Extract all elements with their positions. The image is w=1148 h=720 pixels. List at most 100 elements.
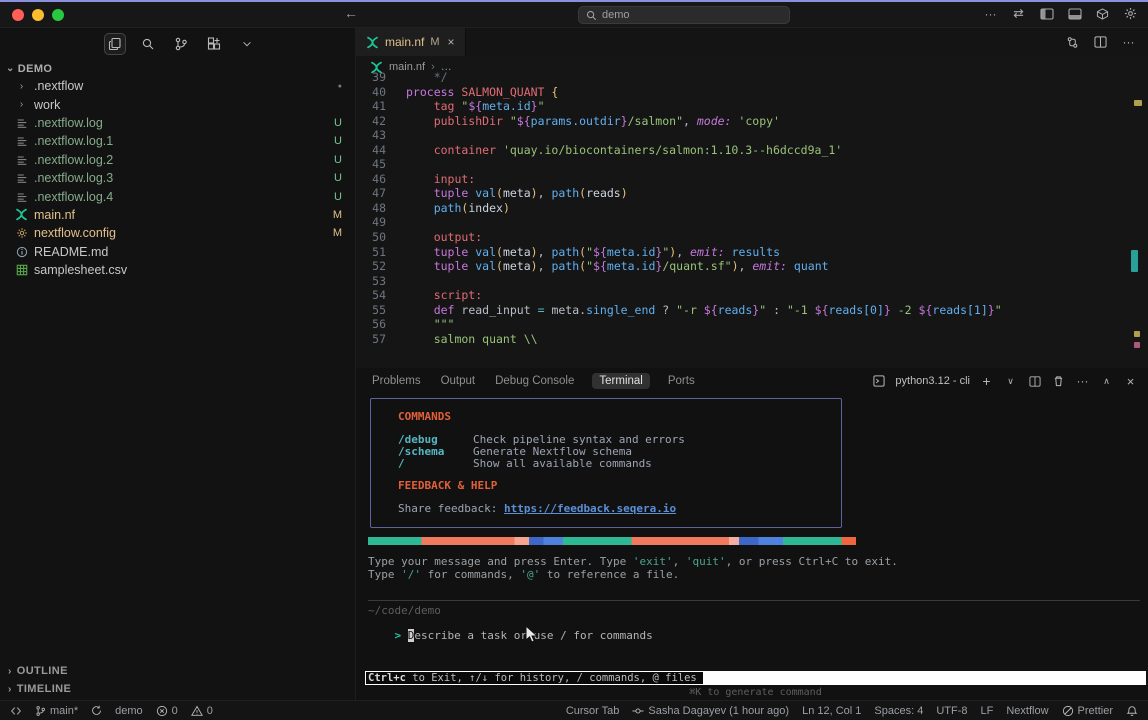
status-item-0[interactable]: 0: [156, 705, 178, 717]
status-item-remote[interactable]: [10, 705, 22, 717]
code-line[interactable]: 41 tag "${meta.id}": [356, 99, 1148, 114]
cli-prompt[interactable]: > Describe a task or use / for commands: [368, 616, 653, 655]
code-line[interactable]: 46 input:: [356, 172, 1148, 187]
file-row[interactable]: .nextflow.log.1U: [0, 132, 355, 150]
outline-section[interactable]: ›OUTLINE: [0, 662, 355, 680]
log-file-icon: [14, 172, 29, 184]
split-editor-icon[interactable]: [1093, 35, 1108, 50]
compare-changes-icon[interactable]: [1065, 35, 1080, 50]
file-row[interactable]: .nextflow.logU: [0, 114, 355, 132]
toggle-panel-icon[interactable]: [1067, 6, 1082, 21]
code-text: tuple val(meta), path(reads): [406, 186, 628, 201]
status-item-lf[interactable]: LF: [981, 705, 994, 717]
code-editor[interactable]: 39 */40process SALMON_QUANT {41 tag "${m…: [356, 70, 1148, 360]
chevron-down-icon[interactable]: [236, 33, 258, 55]
explorer-section-header[interactable]: ⌄ DEMO: [0, 60, 355, 77]
code-line[interactable]: 39 */: [356, 70, 1148, 85]
feedback-link[interactable]: https://feedback.seqera.io: [504, 502, 676, 515]
maximize-window-button[interactable]: [52, 9, 64, 21]
customize-layout-icon[interactable]: [1095, 6, 1110, 21]
code-line[interactable]: 50 output:: [356, 230, 1148, 245]
status-item-demo[interactable]: demo: [115, 705, 143, 717]
more-actions-icon[interactable]: ···: [983, 6, 998, 21]
code-line[interactable]: 52 tuple val(meta), path("${meta.id}/qua…: [356, 259, 1148, 274]
kill-terminal-icon[interactable]: [1051, 374, 1066, 389]
panel-tab-ports[interactable]: Ports: [666, 373, 697, 389]
traffic-lights[interactable]: [12, 9, 64, 21]
file-explorer: ⌄ DEMO ›.nextflow●›work.nextflow.logU.ne…: [0, 60, 355, 279]
status-item-nextflow[interactable]: Nextflow: [1006, 705, 1048, 717]
code-line[interactable]: 40process SALMON_QUANT {: [356, 85, 1148, 100]
code-line[interactable]: 57 salmon quant \\: [356, 332, 1148, 347]
code-line[interactable]: 45: [356, 157, 1148, 172]
panel-more-actions-icon[interactable]: ···: [1075, 374, 1090, 389]
file-row[interactable]: .nextflow.log.2U: [0, 151, 355, 169]
status-item-sasha-dagayev-1-hour-ago-[interactable]: Sasha Dagayev (1 hour ago): [632, 705, 789, 717]
line-number: 42: [356, 114, 386, 129]
panel-tab-problems[interactable]: Problems: [370, 373, 423, 389]
split-terminal-icon[interactable]: [1027, 374, 1042, 389]
file-row[interactable]: samplesheet.csv: [0, 261, 355, 279]
file-row[interactable]: README.md: [0, 243, 355, 261]
code-line[interactable]: 42 publishDir "${params.outdir}/salmon",…: [356, 114, 1148, 129]
search-icon[interactable]: [137, 33, 159, 55]
code-line[interactable]: 43: [356, 128, 1148, 143]
status-item-ln-12-col-1[interactable]: Ln 12, Col 1: [802, 705, 861, 717]
line-number: 47: [356, 186, 386, 201]
file-name: README.md: [34, 245, 342, 259]
log-file-icon: [14, 135, 29, 147]
timeline-section[interactable]: ›TIMELINE: [0, 680, 355, 698]
code-line[interactable]: 51 tuple val(meta), path("${meta.id}"), …: [356, 245, 1148, 260]
panel-tab-terminal[interactable]: Terminal: [592, 373, 649, 389]
status-item-cursor-tab[interactable]: Cursor Tab: [566, 705, 620, 717]
shell-label[interactable]: python3.12 - cli: [895, 375, 970, 387]
editor-more-actions-icon[interactable]: ···: [1121, 35, 1136, 50]
tab-main-nf[interactable]: main.nf M ×: [356, 28, 466, 56]
file-row[interactable]: .nextflow.log.4U: [0, 187, 355, 205]
status-item-bell[interactable]: [1126, 705, 1138, 717]
nextflow-file-icon: [366, 36, 379, 49]
status-label: Spaces: 4: [874, 705, 923, 717]
feedback-title: FEEDBACK & HELP: [398, 480, 841, 492]
line-number: 53: [356, 274, 386, 289]
file-row[interactable]: .nextflow.log.3U: [0, 169, 355, 187]
panel-tab-debug-console[interactable]: Debug Console: [493, 373, 576, 389]
status-item-spaces-4[interactable]: Spaces: 4: [874, 705, 923, 717]
workspace-name: DEMO: [18, 63, 53, 75]
folder-row[interactable]: ›.nextflow●: [0, 77, 355, 95]
sync-arrows-icon[interactable]: [1011, 6, 1026, 21]
close-window-button[interactable]: [12, 9, 24, 21]
close-panel-icon[interactable]: ×: [1123, 374, 1138, 389]
code-line[interactable]: 55 def read_input = meta.single_end ? "-…: [356, 303, 1148, 318]
code-line[interactable]: 53: [356, 274, 1148, 289]
toggle-sidebar-icon[interactable]: [1039, 6, 1054, 21]
settings-gear-icon[interactable]: [1123, 6, 1138, 21]
status-item-prettier[interactable]: Prettier: [1062, 705, 1113, 717]
file-row[interactable]: nextflow.configM: [0, 224, 355, 242]
minimize-window-button[interactable]: [32, 9, 44, 21]
panel-tab-output[interactable]: Output: [439, 373, 478, 389]
status-item-0[interactable]: 0: [191, 705, 213, 717]
code-line[interactable]: 48 path(index): [356, 201, 1148, 216]
status-item-sync[interactable]: [91, 705, 102, 716]
extensions-icon[interactable]: [203, 33, 225, 55]
new-terminal-icon[interactable]: +: [979, 374, 994, 389]
status-item-main-[interactable]: main*: [35, 705, 78, 717]
chevron-down-icon[interactable]: ∨: [1003, 374, 1018, 389]
command-center-search[interactable]: demo: [578, 6, 790, 24]
status-item-utf-8[interactable]: UTF-8: [936, 705, 967, 717]
maximize-panel-icon[interactable]: ∧: [1099, 374, 1114, 389]
code-line[interactable]: 49: [356, 215, 1148, 230]
code-line[interactable]: 44 container 'quay.io/biocontainers/salm…: [356, 143, 1148, 158]
code-line[interactable]: 54 script:: [356, 288, 1148, 303]
code-line[interactable]: 56 """: [356, 317, 1148, 332]
close-tab-icon[interactable]: ×: [448, 35, 455, 49]
back-icon[interactable]: ←: [344, 5, 358, 21]
status-label: Prettier: [1078, 705, 1113, 717]
code-line[interactable]: 47 tuple val(meta), path(reads): [356, 186, 1148, 201]
line-number: 40: [356, 85, 386, 100]
file-row[interactable]: main.nfM: [0, 206, 355, 224]
files-icon[interactable]: [104, 33, 126, 55]
source-control-icon[interactable]: [170, 33, 192, 55]
folder-row[interactable]: ›work: [0, 95, 355, 113]
